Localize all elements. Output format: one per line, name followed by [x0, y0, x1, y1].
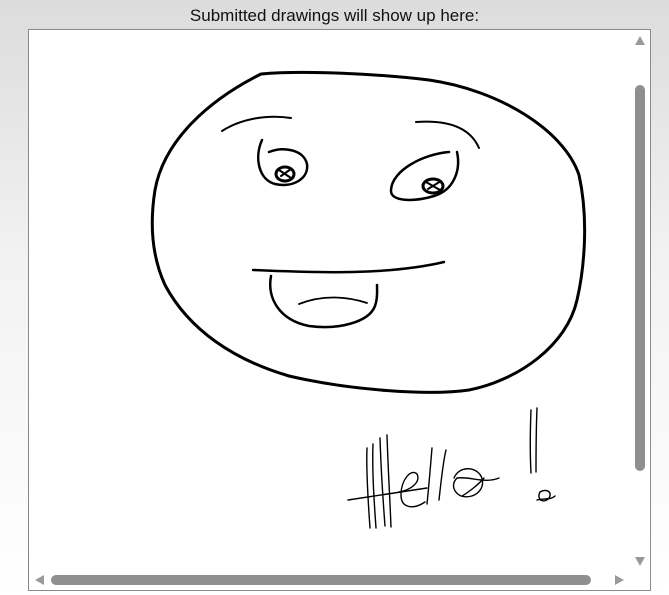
- horizontal-scroll-thumb[interactable]: [51, 575, 591, 585]
- vertical-scroll-thumb[interactable]: [635, 85, 645, 471]
- left-eyebrow: [221, 115, 292, 132]
- scroll-down-arrow-icon[interactable]: [635, 557, 645, 566]
- right-eye: [389, 150, 460, 202]
- submitted-drawing: [150, 70, 587, 529]
- scroll-right-arrow-icon[interactable]: [615, 575, 624, 585]
- hello-handwriting: [347, 407, 556, 529]
- drawings-panel[interactable]: [28, 29, 651, 591]
- right-eyebrow: [415, 120, 480, 149]
- scroll-up-arrow-icon[interactable]: [635, 36, 645, 45]
- mouth-top: [251, 260, 446, 274]
- vertical-scrollbar[interactable]: [630, 30, 650, 572]
- gallery-header: Submitted drawings will show up here:: [189, 6, 480, 25]
- tongue-line: [298, 296, 368, 305]
- left-eye: [257, 138, 309, 187]
- face-outline: [150, 70, 587, 394]
- scroll-left-arrow-icon[interactable]: [35, 575, 44, 585]
- horizontal-scrollbar[interactable]: [29, 570, 650, 590]
